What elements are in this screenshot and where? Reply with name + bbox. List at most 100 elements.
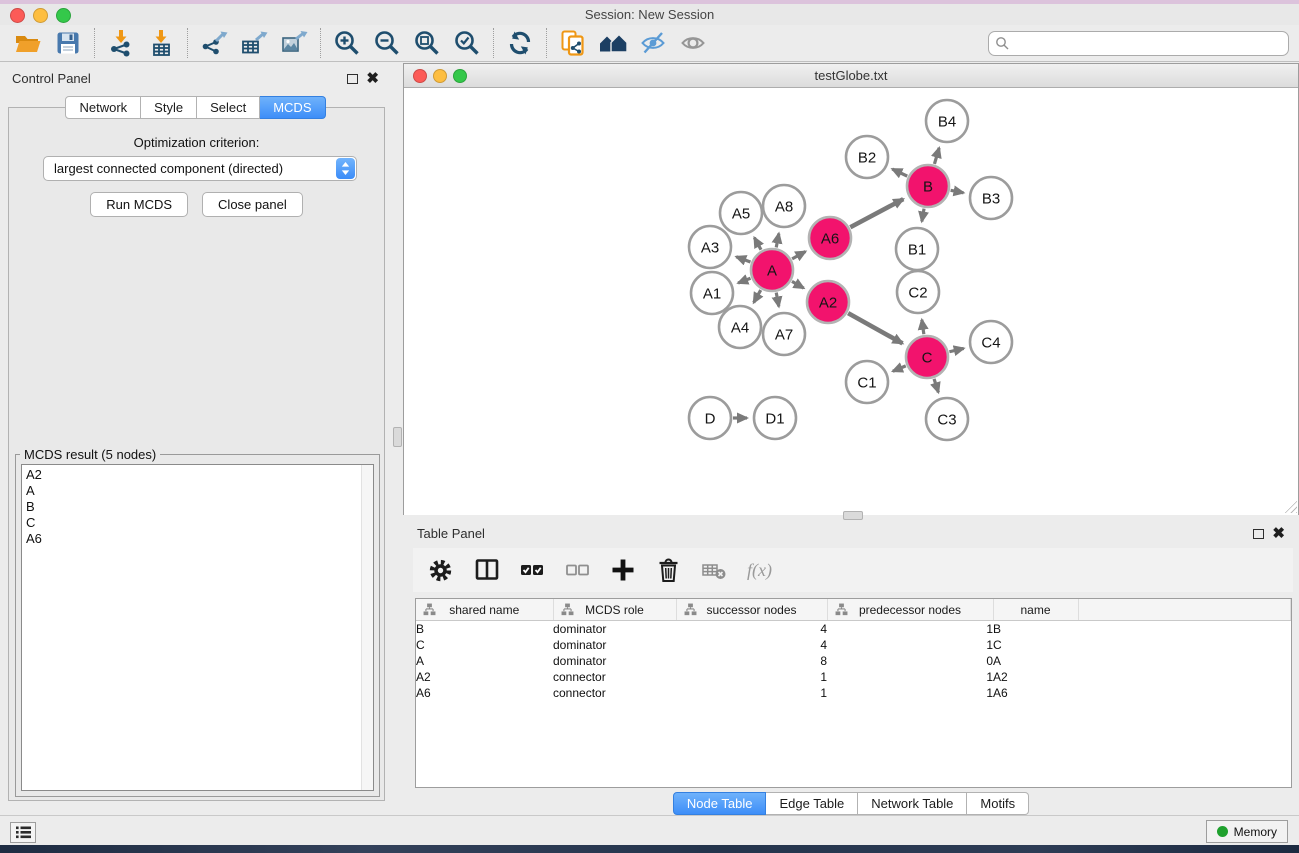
cell[interactable]: A6 [993, 685, 1078, 701]
network-graph[interactable]: B4B2BB3A5A8A6B1A3AC2A1A2A4A7C4CC1C3DD1 [404, 88, 1298, 515]
cell[interactable]: dominator [553, 637, 676, 653]
network-minimize-button[interactable] [433, 69, 447, 83]
column-header-name[interactable]: name [993, 599, 1078, 621]
edge-A-A6[interactable] [792, 252, 805, 259]
cell[interactable]: B [993, 621, 1078, 638]
cell[interactable]: connector [553, 685, 676, 701]
tab-style[interactable]: Style [141, 96, 197, 119]
close-panel-icon[interactable]: ✖ [366, 74, 379, 84]
network-close-button[interactable] [413, 69, 427, 83]
graph-node-B2[interactable]: B2 [846, 136, 888, 178]
edge-B-B2[interactable] [892, 169, 907, 176]
graph-node-A7[interactable]: A7 [763, 313, 805, 355]
export-network-button[interactable] [194, 26, 234, 60]
tab-node-table[interactable]: Node Table [673, 792, 767, 815]
cell[interactable]: connector [553, 669, 676, 685]
graph-node-A6[interactable]: A6 [809, 217, 851, 259]
import-network-button[interactable] [101, 26, 141, 60]
memory-button[interactable]: Memory [1206, 820, 1288, 843]
refresh-button[interactable] [500, 26, 540, 60]
edge-A-A8[interactable] [776, 234, 779, 248]
graph-node-A1[interactable]: A1 [691, 272, 733, 314]
close-window-button[interactable] [10, 8, 25, 23]
table-row[interactable]: Cdominator41C [416, 637, 1291, 653]
clone-network-button[interactable] [553, 26, 593, 60]
cell[interactable]: A2 [416, 669, 553, 685]
graph-node-C3[interactable]: C3 [926, 398, 968, 440]
edge-A-A2[interactable] [792, 281, 804, 288]
edge-A-A1[interactable] [738, 278, 750, 283]
zoom-out-button[interactable] [367, 26, 407, 60]
mcds-result-scrollbar[interactable] [361, 465, 373, 790]
tab-edge-table[interactable]: Edge Table [766, 792, 858, 815]
export-image-button[interactable] [274, 26, 314, 60]
cell[interactable]: 1 [827, 685, 993, 701]
graph-node-B4[interactable]: B4 [926, 100, 968, 142]
cell[interactable]: 1 [827, 637, 993, 653]
graph-node-B[interactable]: B [907, 165, 949, 207]
column-header-successor-nodes[interactable]: successor nodes [676, 599, 827, 621]
edge-C-C3[interactable] [934, 379, 938, 392]
graph-node-D[interactable]: D [689, 397, 731, 439]
edge-C-C4[interactable] [949, 348, 963, 351]
result-list-item[interactable]: B [26, 499, 357, 515]
zoom-in-button[interactable] [327, 26, 367, 60]
cell[interactable]: 1 [676, 685, 827, 701]
table-row[interactable]: A2connector11A2 [416, 669, 1291, 685]
unselect-all-button[interactable] [565, 557, 590, 583]
column-header-predecessor-nodes[interactable]: predecessor nodes [827, 599, 993, 621]
vertical-splitter-handle[interactable] [393, 427, 402, 447]
search-box[interactable] [988, 31, 1289, 56]
column-settings-button[interactable] [427, 557, 454, 584]
cell[interactable]: 1 [827, 621, 993, 638]
column-header-shared-name[interactable]: shared name [416, 599, 553, 621]
table-row[interactable]: Bdominator41B [416, 621, 1291, 638]
cell[interactable]: 8 [676, 653, 827, 669]
graph-node-C4[interactable]: C4 [970, 321, 1012, 363]
edge-A-A4[interactable] [754, 290, 761, 303]
graph-node-C2[interactable]: C2 [897, 271, 939, 313]
hide-panel-button[interactable] [633, 26, 673, 60]
cell[interactable]: A [416, 653, 553, 669]
cell[interactable]: B [416, 621, 553, 638]
close-table-panel-icon[interactable]: ✖ [1272, 529, 1285, 539]
edge-C-C1[interactable] [893, 366, 906, 371]
cell[interactable]: dominator [553, 653, 676, 669]
minimize-window-button[interactable] [33, 8, 48, 23]
edge-A2-C[interactable] [848, 313, 902, 343]
criterion-dropdown[interactable]: largest connected component (directed) [43, 156, 357, 181]
open-file-button[interactable] [8, 26, 48, 60]
cell[interactable]: C [993, 637, 1078, 653]
first-neighbors-button[interactable] [593, 26, 633, 60]
task-history-button[interactable] [10, 822, 36, 843]
result-list-item[interactable]: C [26, 515, 357, 531]
delete-button[interactable] [656, 557, 681, 584]
tab-mcds[interactable]: MCDS [260, 96, 325, 119]
result-list-item[interactable]: A6 [26, 531, 357, 547]
run-mcds-button[interactable]: Run MCDS [90, 192, 188, 217]
edge-A6-B[interactable] [850, 199, 903, 227]
cell[interactable]: A [993, 653, 1078, 669]
graph-node-A8[interactable]: A8 [763, 185, 805, 227]
function-builder-button[interactable]: f(x) [747, 560, 772, 581]
column-header-mcds-role[interactable]: MCDS role [553, 599, 676, 621]
float-table-panel-icon[interactable] [1253, 529, 1264, 539]
show-panel-button[interactable] [673, 26, 713, 60]
table-row[interactable]: A6connector11A6 [416, 685, 1291, 701]
graph-node-A4[interactable]: A4 [719, 306, 761, 348]
graph-node-D1[interactable]: D1 [754, 397, 796, 439]
export-table-button[interactable] [234, 26, 274, 60]
cell[interactable]: 4 [676, 637, 827, 653]
import-table-button[interactable] [141, 26, 181, 60]
cell[interactable]: A6 [416, 685, 553, 701]
graph-node-B3[interactable]: B3 [970, 177, 1012, 219]
search-input[interactable] [1010, 35, 1288, 51]
zoom-fit-button[interactable] [407, 26, 447, 60]
cell[interactable]: 0 [827, 653, 993, 669]
cell[interactable]: 1 [827, 669, 993, 685]
tab-select[interactable]: Select [197, 96, 260, 119]
edge-B-B4[interactable] [934, 148, 939, 164]
edge-B-B3[interactable] [951, 190, 964, 192]
tab-network[interactable]: Network [65, 96, 141, 119]
network-canvas[interactable]: B4B2BB3A5A8A6B1A3AC2A1A2A4A7C4CC1C3DD1 [404, 88, 1298, 515]
